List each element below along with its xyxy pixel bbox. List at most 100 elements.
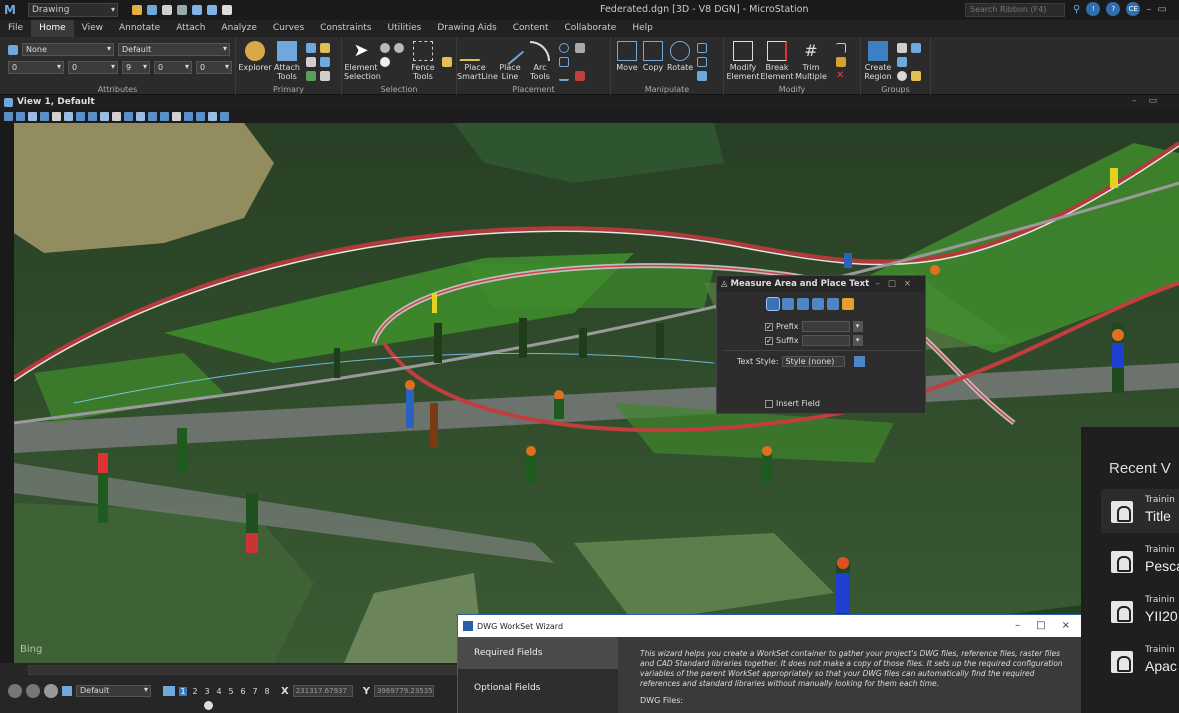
open-file-icon[interactable] xyxy=(147,5,157,15)
transparency-select[interactable]: 0 xyxy=(154,61,192,74)
view-groups-icon[interactable] xyxy=(163,686,175,696)
trim-multiple-button[interactable]: # Trim Multiple xyxy=(794,41,828,81)
fence-tools-button[interactable]: Fence Tools xyxy=(408,41,438,81)
window-area-icon[interactable] xyxy=(64,111,73,121)
view-3-button[interactable]: 3 xyxy=(203,687,211,696)
prefix-input[interactable] xyxy=(801,321,850,332)
new-file-icon[interactable] xyxy=(132,5,142,15)
area-union-icon[interactable] xyxy=(797,298,809,310)
active-level-select[interactable]: Default xyxy=(76,685,151,697)
arc-tools-button[interactable]: Arc Tools xyxy=(525,41,555,81)
area-flood-icon[interactable] xyxy=(842,298,854,310)
view-6-button[interactable]: 6 xyxy=(239,687,247,696)
create-region-button[interactable]: Create Region xyxy=(863,41,893,81)
recent-item[interactable]: Trainin Pesca xyxy=(1101,539,1179,583)
text-style-edit-icon[interactable] xyxy=(854,356,866,367)
view-1-button[interactable]: 1 xyxy=(179,686,187,696)
wizard-nav-required-fields[interactable]: Required Fields xyxy=(458,637,618,669)
ungroup-icon[interactable] xyxy=(911,43,921,53)
recent-item[interactable]: Trainin YII20 xyxy=(1101,589,1179,633)
mirror-icon[interactable] xyxy=(697,57,707,67)
level-display-icon[interactable] xyxy=(62,686,72,696)
tab-attach[interactable]: Attach xyxy=(168,20,213,37)
level-select[interactable]: None xyxy=(22,43,114,56)
rotate-view-icon[interactable] xyxy=(88,111,97,121)
view-8-button[interactable]: 8 xyxy=(263,687,271,696)
curve-tools-icon[interactable] xyxy=(559,71,569,81)
view-7-button[interactable]: 7 xyxy=(251,687,259,696)
print-icon[interactable] xyxy=(177,5,187,15)
standard-views-icon[interactable] xyxy=(184,111,193,121)
clear-selection-icon[interactable] xyxy=(442,57,452,67)
prefix-checkbox[interactable]: ✓ xyxy=(765,322,773,331)
recent-item[interactable]: Trainin Title xyxy=(1101,489,1179,533)
camera-icon[interactable] xyxy=(148,111,157,121)
save-icon[interactable] xyxy=(162,5,172,15)
light-icon[interactable] xyxy=(911,71,921,81)
view-4-button[interactable]: 4 xyxy=(215,687,223,696)
recent-item[interactable]: Trainin Apac xyxy=(1101,639,1179,683)
view-next-icon[interactable] xyxy=(124,111,133,121)
select-none-icon[interactable] xyxy=(394,43,404,53)
search-icon[interactable]: ⚲ xyxy=(1073,4,1080,15)
search-ribbon-input[interactable]: Search Ribbon (F4) xyxy=(965,3,1065,17)
explorer-button[interactable]: Explorer xyxy=(238,41,272,72)
render-icon[interactable] xyxy=(220,111,229,121)
x-coordinate-field[interactable]: 231317.67937 xyxy=(292,685,353,697)
tab-file[interactable]: File xyxy=(0,20,31,37)
delete-icon[interactable]: ✕ xyxy=(836,71,846,81)
fillet-icon[interactable] xyxy=(836,43,846,53)
back-icon[interactable] xyxy=(8,684,22,698)
levels-icon[interactable] xyxy=(320,43,330,53)
view-2-button[interactable]: 2 xyxy=(191,687,199,696)
accudraw-icon[interactable] xyxy=(44,684,58,698)
insert-field-checkbox[interactable] xyxy=(765,399,773,408)
tab-home[interactable]: Home xyxy=(31,20,74,37)
area-element-icon[interactable] xyxy=(766,297,780,311)
place-smartline-button[interactable]: Place SmartLine xyxy=(457,41,498,81)
undo-icon[interactable] xyxy=(192,5,202,15)
polygon-tools-icon[interactable] xyxy=(559,57,569,67)
clip-mask-icon[interactable] xyxy=(172,111,181,121)
named-group-icon[interactable] xyxy=(897,57,907,67)
point-tools-icon[interactable] xyxy=(575,43,585,53)
lock-icon[interactable] xyxy=(897,71,907,81)
tab-collaborate[interactable]: Collaborate xyxy=(557,20,625,37)
perspective-icon[interactable] xyxy=(196,111,205,121)
tab-utilities[interactable]: Utilities xyxy=(380,20,430,37)
minimize-icon[interactable]: – xyxy=(1146,4,1151,15)
extend-icon[interactable] xyxy=(836,57,846,67)
walk-icon[interactable] xyxy=(136,111,145,121)
area-difference-icon[interactable] xyxy=(827,298,839,310)
3d-viewport[interactable] xyxy=(14,123,1179,663)
group-icon[interactable] xyxy=(897,43,907,53)
copy-button[interactable]: Copy xyxy=(641,41,665,72)
array-icon[interactable] xyxy=(697,71,707,81)
measure-dialog-controls[interactable]: –□× xyxy=(876,279,919,289)
tab-curves[interactable]: Curves xyxy=(265,20,312,37)
workflow-select[interactable]: Drawing xyxy=(28,3,118,17)
text-style-select[interactable]: Default xyxy=(118,43,230,56)
weight-select[interactable]: 0 xyxy=(68,61,118,74)
cells-icon[interactable] xyxy=(575,71,585,81)
tab-analyze[interactable]: Analyze xyxy=(213,20,264,37)
select-all-icon[interactable] xyxy=(380,43,390,53)
rotate-button[interactable]: Rotate xyxy=(667,41,693,72)
tab-help[interactable]: Help xyxy=(624,20,661,37)
clip-volume-icon[interactable] xyxy=(160,111,169,121)
suffix-dropdown[interactable]: ▾ xyxy=(852,335,863,346)
properties-icon[interactable] xyxy=(320,57,330,67)
text-style-select[interactable]: Style (none) xyxy=(781,356,846,367)
tab-constraints[interactable]: Constraints xyxy=(312,20,379,37)
attach-tools-button[interactable]: Attach Tools xyxy=(272,41,302,81)
area-points-icon[interactable] xyxy=(782,298,794,310)
view-5-button[interactable]: 5 xyxy=(227,687,235,696)
zoom-in-icon[interactable] xyxy=(40,111,49,121)
notifications-icon[interactable]: ! xyxy=(1086,2,1101,16)
restore-icon[interactable]: ▭ xyxy=(1157,4,1166,15)
tab-content[interactable]: Content xyxy=(505,20,557,37)
help-icon[interactable]: ? xyxy=(1106,2,1121,16)
wizard-window-controls[interactable]: –□× xyxy=(1015,620,1086,631)
priority-select[interactable]: 0 xyxy=(196,61,232,74)
tab-view[interactable]: View xyxy=(74,20,111,37)
